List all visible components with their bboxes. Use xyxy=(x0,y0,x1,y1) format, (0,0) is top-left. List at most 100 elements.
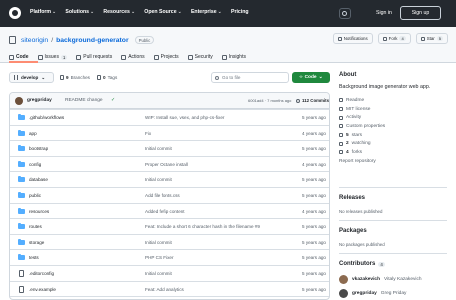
file-commit-age: 5 years ago xyxy=(301,115,326,120)
releases-title[interactable]: Releases xyxy=(339,195,365,201)
commits-link[interactable]: 112 Commits xyxy=(296,98,329,103)
file-row[interactable]: storage Initial commit 5 years ago xyxy=(10,233,329,250)
file-row[interactable]: .env.example Feat: Add analytics 5 years a… xyxy=(10,280,329,297)
chevron-down-icon: ⌄ xyxy=(90,9,95,15)
file-commit-message-link[interactable]: Fix xyxy=(145,131,151,136)
file-row[interactable]: resources Added fefip content 4 years ago xyxy=(10,202,329,219)
avatar[interactable] xyxy=(15,97,23,105)
file-row[interactable]: tests PHP CS Fixer 5 years ago xyxy=(10,249,329,265)
watching-link[interactable]: 2 watching xyxy=(339,139,451,148)
sign-up-button[interactable]: Sign up xyxy=(400,6,441,20)
tab-security[interactable]: Security xyxy=(187,52,213,62)
contributor-item[interactable]: vkazakevich Vitaly Kazakevich xyxy=(339,275,422,284)
nav-solutions[interactable]: Solutions⌄ xyxy=(65,9,94,15)
repo-owner-link[interactable]: siteorigin xyxy=(21,37,48,44)
file-name-link[interactable]: public xyxy=(29,193,41,198)
file-name-link[interactable]: routes xyxy=(29,224,42,229)
repo-name-link[interactable]: background-generator xyxy=(56,37,129,44)
tab-projects[interactable]: Projects xyxy=(153,52,179,62)
nav-platform[interactable]: Platform⌄ xyxy=(30,9,56,15)
stars-link[interactable]: 5 stars xyxy=(339,131,451,140)
file-commit-message-link[interactable]: Initial commit xyxy=(145,240,172,245)
readme-link[interactable]: Readme xyxy=(339,96,451,105)
file-commit-message-link[interactable]: Initial commit xyxy=(145,271,172,276)
file-name-link[interactable]: resources xyxy=(29,209,49,214)
commit-hash-age[interactable]: 6001ad4 · 7 months ago xyxy=(248,98,291,103)
github-logo-icon[interactable] xyxy=(9,7,21,19)
search-button[interactable] xyxy=(339,8,351,19)
custom-properties-link[interactable]: Custom properties xyxy=(339,122,451,131)
file-row[interactable]: database Initial commit 5 years ago xyxy=(10,171,329,187)
file-commit-age: 5 years ago xyxy=(301,177,326,183)
file-commit-message-link[interactable]: Proper Octane install xyxy=(145,162,188,167)
nav-enterprise[interactable]: Enterprise⌄ xyxy=(191,9,222,15)
file-commit-message-link[interactable]: Initial commit xyxy=(145,146,172,151)
tab-insights[interactable]: Insights xyxy=(221,52,246,62)
file-name-link[interactable]: .env.example xyxy=(29,287,56,292)
file-row[interactable]: .gitattributesInitial commit5 years ago xyxy=(10,296,329,299)
tab-issues[interactable]: Issues 1 xyxy=(37,52,68,62)
global-nav: Platform⌄ Solutions⌄ Resources⌄ Open Sou… xyxy=(30,9,249,15)
file-row[interactable]: config Proper Octane install 4 years ago xyxy=(10,155,329,172)
link-label: Readme xyxy=(346,97,365,103)
fork-button[interactable]: Fork 4 xyxy=(377,33,411,44)
tab-actions[interactable]: Actions xyxy=(121,52,145,62)
activity-link[interactable]: Activity xyxy=(339,113,451,122)
file-name-link[interactable]: .github/workflows xyxy=(29,115,64,120)
branches-link[interactable]: 9 Branches xyxy=(60,72,90,83)
branch-selector[interactable]: develop ⌄ xyxy=(9,72,54,83)
about-sidebar: About Background image generator web app… xyxy=(339,72,451,166)
nav-resources[interactable]: Resources⌄ xyxy=(103,9,135,15)
nav-open-source[interactable]: Open Source⌄ xyxy=(144,9,182,15)
packages-title[interactable]: Packages xyxy=(339,228,367,234)
forks-link[interactable]: 4 forks xyxy=(339,148,451,157)
file-name-link[interactable]: tests xyxy=(29,255,39,260)
file-commit-message-link[interactable]: Feat: Add analytics xyxy=(145,287,184,292)
check-icon[interactable]: ✓ xyxy=(111,97,115,103)
file-name-link[interactable]: database xyxy=(29,177,48,182)
file-commit-message-link[interactable]: PHP CS Fixer xyxy=(145,255,174,260)
star-button[interactable]: Star 5 xyxy=(415,33,448,44)
table-icon xyxy=(153,54,159,60)
tags-link[interactable]: 0 Tags xyxy=(97,72,117,83)
nav-pricing[interactable]: Pricing xyxy=(231,9,249,15)
contributors-title[interactable]: Contributors 4 xyxy=(339,261,385,267)
divider xyxy=(339,220,447,221)
branch-icon xyxy=(60,75,64,80)
tags-count: 0 xyxy=(103,75,106,80)
notifications-button[interactable]: Notifications xyxy=(332,33,373,44)
file-commit-message-link[interactable]: Feat: Include a short 6 character hash i… xyxy=(145,224,260,229)
file-name-link[interactable]: bootstrap xyxy=(29,146,48,151)
latest-commit-bar: gregpriday README change ✓ 6001ad4 · 7 m… xyxy=(10,93,329,109)
file-name-link[interactable]: storage xyxy=(29,240,44,245)
sign-in-link[interactable]: Sign in xyxy=(376,10,392,16)
license-link[interactable]: MIT license xyxy=(339,105,451,114)
file-commit-message-link[interactable]: WIP: Install sue, vsex, and php-cs-fixer xyxy=(145,115,224,120)
file-name-link[interactable]: .editorconfig xyxy=(29,271,54,276)
folder-icon xyxy=(18,176,25,183)
commit-message-link[interactable]: README change xyxy=(65,98,103,103)
tab-pull-requests[interactable]: Pull requests xyxy=(76,52,112,62)
go-to-file-input[interactable]: Go to file xyxy=(211,72,289,83)
tab-label: Issues xyxy=(44,54,59,60)
report-repository-link[interactable]: Report repository xyxy=(339,157,451,166)
file-name-link[interactable]: config xyxy=(29,162,41,167)
commits-count: 112 Commits xyxy=(302,98,330,103)
branches-count: 9 xyxy=(66,75,69,80)
file-commit-message-link[interactable]: Add file fonts.css xyxy=(145,193,180,198)
file-name-link[interactable]: app xyxy=(29,131,37,136)
go-to-file-placeholder: Go to file xyxy=(222,75,241,80)
contributor-item[interactable]: gregpriday Greg Priday xyxy=(339,289,406,298)
file-row[interactable]: bootstrap Initial commit 5 years ago xyxy=(10,140,329,156)
code-button[interactable]: ‹› Code ⌄ xyxy=(292,72,330,83)
contributor-name: Greg Priday xyxy=(380,291,407,296)
file-row[interactable]: .editorconfig Initial commit 5 years ago xyxy=(10,265,329,281)
file-commit-message-link[interactable]: Added fefip content xyxy=(145,209,185,214)
commit-author-link[interactable]: gregpriday xyxy=(27,98,52,103)
file-row[interactable]: public Add file fonts.css 5 years ago xyxy=(10,187,329,203)
link-count: 4 xyxy=(346,149,349,155)
file-row[interactable]: routes Feat: Include a short 6 character … xyxy=(10,218,329,234)
file-row[interactable]: app Fix 4 years ago xyxy=(10,124,329,141)
file-commit-message-link[interactable]: Initial commit xyxy=(145,177,172,182)
file-row[interactable]: .github/workflows WIP: Install sue, vsex,… xyxy=(10,109,329,125)
